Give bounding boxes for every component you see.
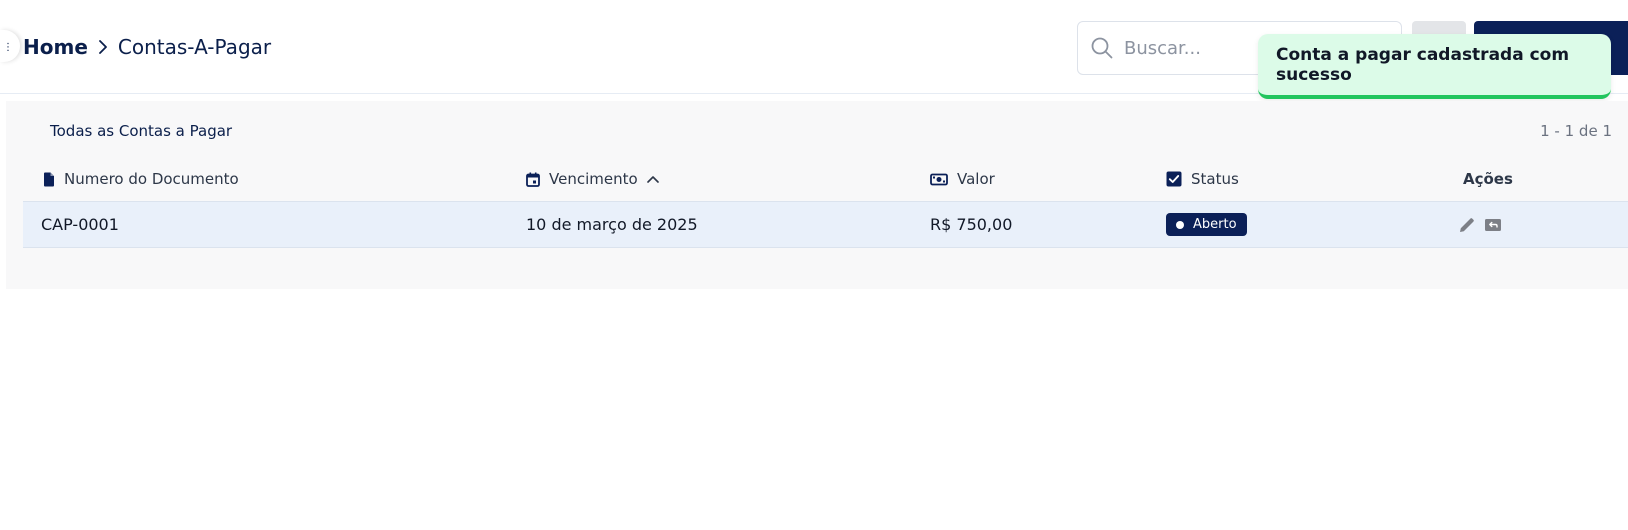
status-badge: Aberto xyxy=(1166,213,1247,236)
breadcrumb-current: Contas-A-Pagar xyxy=(117,35,272,59)
search-icon xyxy=(1090,36,1114,60)
column-label: Vencimento xyxy=(549,170,638,188)
breadcrumb: Home Contas-A-Pagar xyxy=(23,35,271,59)
page: ⋮ Home Contas-A-Pagar Conta a pagar cada… xyxy=(0,0,1628,530)
column-header-documento[interactable]: Numero do Documento xyxy=(43,170,239,188)
file-icon xyxy=(43,172,55,187)
column-header-valor[interactable]: Valor xyxy=(930,170,995,188)
calendar-icon xyxy=(526,172,540,187)
column-header-status[interactable]: Status xyxy=(1166,170,1239,188)
column-label: Numero do Documento xyxy=(64,170,239,188)
column-label: Status xyxy=(1191,170,1239,188)
column-header-vencimento[interactable]: Vencimento xyxy=(526,170,659,188)
status-label: Aberto xyxy=(1193,217,1237,232)
accounts-payable-card: Todas as Contas a Pagar 1 - 1 de 1 Numer… xyxy=(6,101,1628,289)
cell-valor: R$ 750,00 xyxy=(930,215,1013,234)
dots-icon: ⋮ xyxy=(3,42,13,53)
chevron-up-icon[interactable] xyxy=(646,175,659,183)
pagination-info: 1 - 1 de 1 xyxy=(1540,122,1612,140)
breadcrumb-home-link[interactable]: Home xyxy=(23,35,88,59)
cell-documento: CAP-0001 xyxy=(41,215,119,234)
card-title: Todas as Contas a Pagar xyxy=(50,122,233,140)
table-header: Numero do Documento Vencimento Valor Sta… xyxy=(23,158,1628,202)
return-icon[interactable] xyxy=(1483,215,1503,235)
chevron-right-icon xyxy=(96,40,110,54)
column-label: Valor xyxy=(957,170,995,188)
column-label: Ações xyxy=(1463,170,1513,188)
cell-vencimento: 10 de março de 2025 xyxy=(526,215,698,234)
column-header-acoes: Ações xyxy=(1463,170,1513,188)
toast-message: Conta a pagar cadastrada com sucesso xyxy=(1276,44,1570,85)
table-row[interactable]: CAP-0001 10 de março de 2025 R$ 750,00 A… xyxy=(23,202,1628,248)
success-toast: Conta a pagar cadastrada com sucesso xyxy=(1258,34,1611,99)
checkbox-icon xyxy=(1166,171,1182,187)
money-icon xyxy=(930,173,948,186)
pencil-icon[interactable] xyxy=(1457,215,1477,235)
sidebar-toggle[interactable]: ⋮ xyxy=(0,30,20,62)
status-dot-icon xyxy=(1176,220,1184,229)
